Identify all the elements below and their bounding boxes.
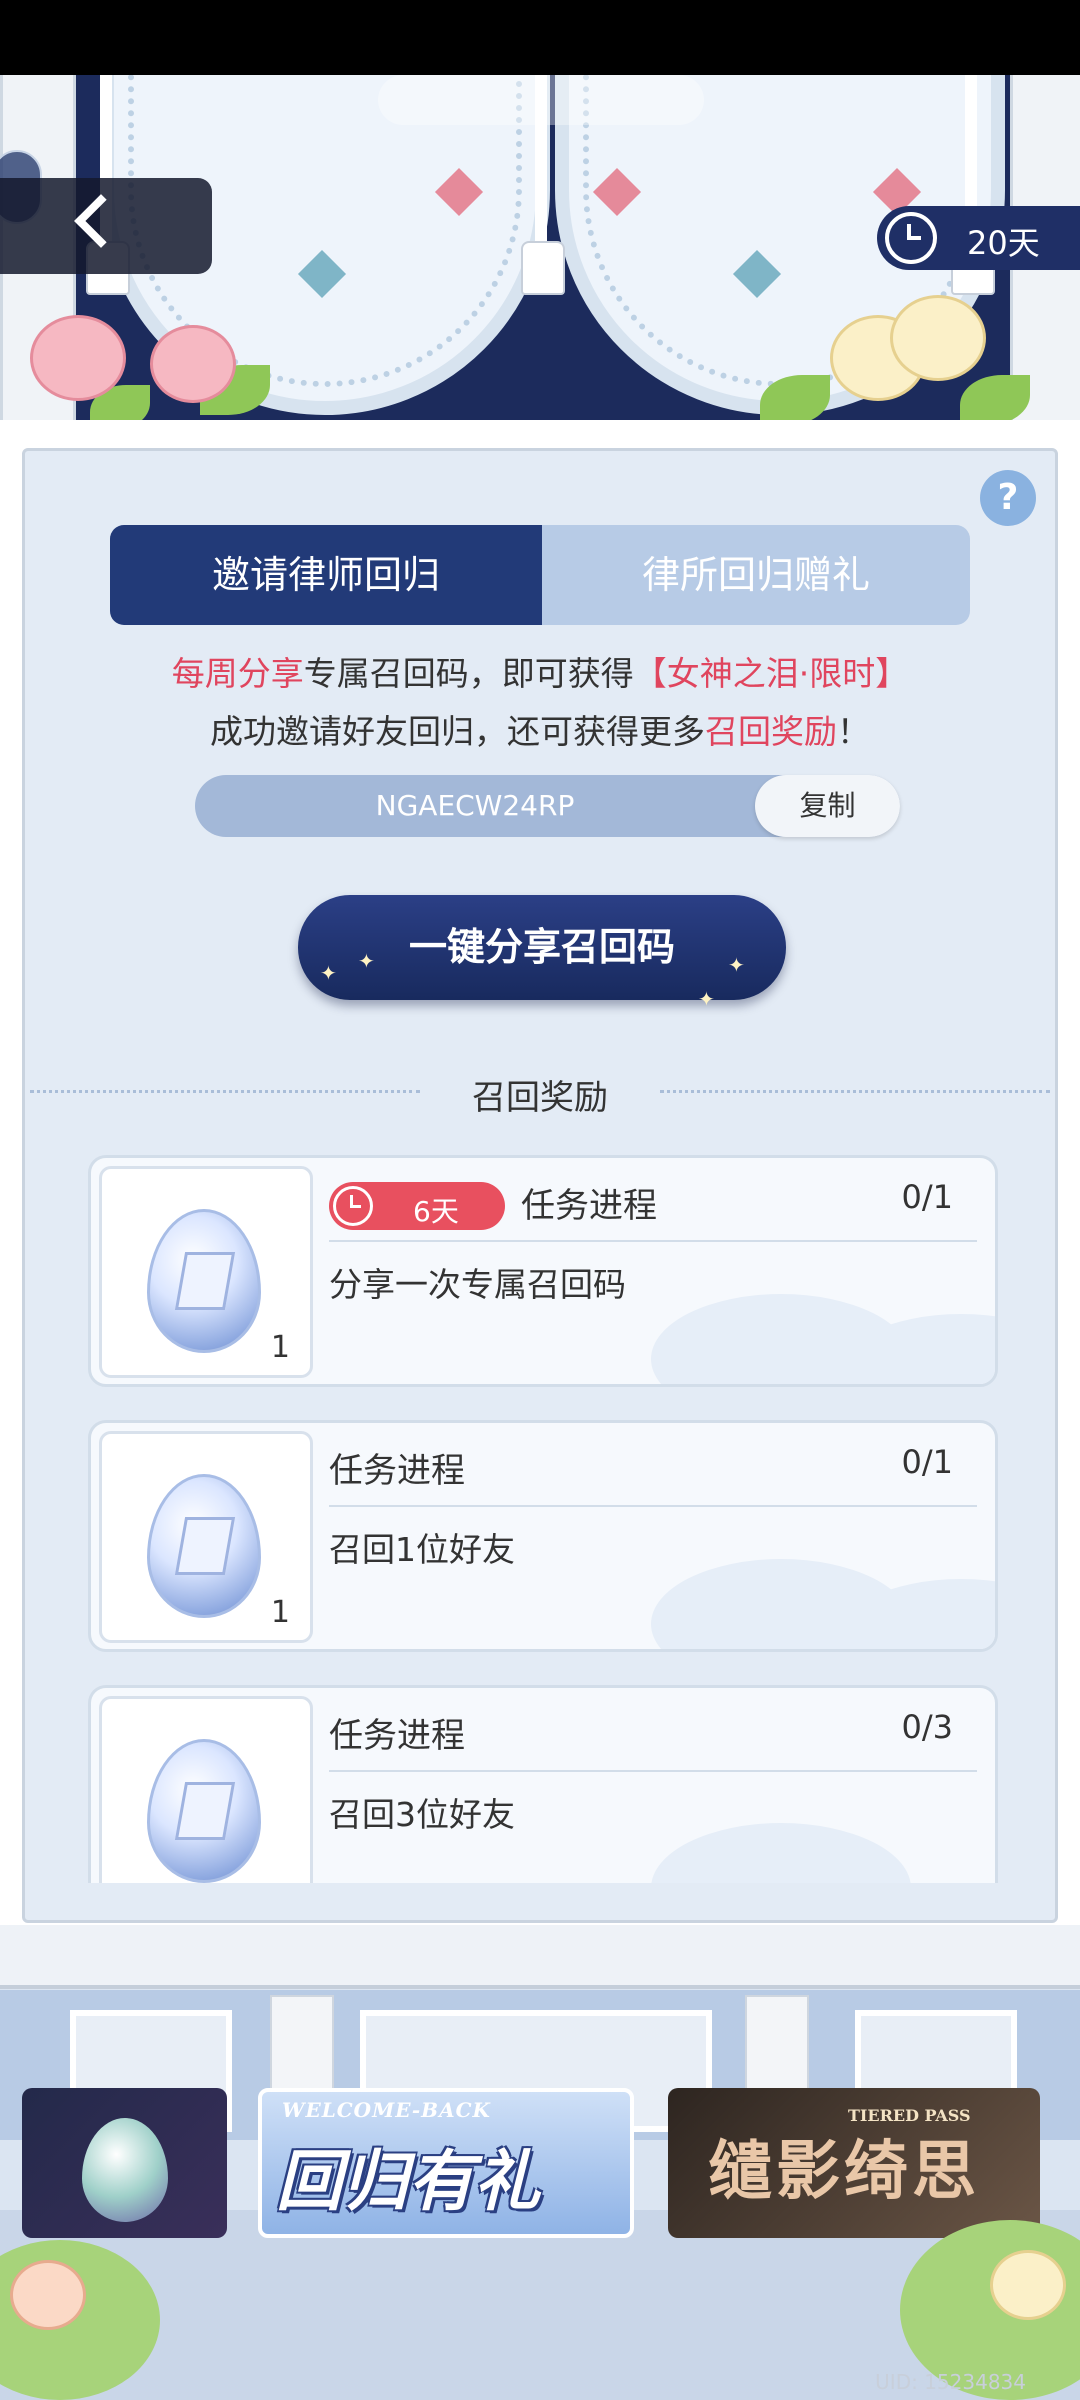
- task-card: 1 任务进程 0/1 召回1位好友: [88, 1420, 998, 1652]
- share-button-label: 一键分享召回码: [408, 925, 675, 969]
- task-progress: 0/1: [901, 1443, 954, 1481]
- task-card: 2 任务进程 0/3 召回3位好友: [88, 1685, 998, 1883]
- back-button[interactable]: [0, 178, 212, 274]
- task-title: 任务进程: [329, 1451, 465, 1491]
- goddess-tear-gem-icon: [147, 1474, 261, 1618]
- divider: [329, 1770, 977, 1772]
- welcome-back-title: 回归有礼: [276, 2143, 540, 2220]
- event-thumbnail-gem[interactable]: [22, 2088, 227, 2238]
- gem-icon: [82, 2118, 168, 2222]
- clock-icon: [885, 212, 937, 264]
- reward-quantity: 2: [271, 1880, 290, 1883]
- floating-status-pill: [378, 75, 704, 125]
- task-description: 召回1位好友: [329, 1530, 515, 1569]
- divider: [329, 1240, 977, 1242]
- user-id: UID: 15234834: [875, 2370, 1026, 2394]
- badge-text: 6天: [413, 1195, 459, 1228]
- event-timer-text: 20天: [967, 224, 1040, 262]
- chevron-left-icon: [74, 194, 128, 248]
- reward-quantity: 1: [270, 1330, 290, 1365]
- event-thumbnail-tiered-pass[interactable]: TIERED PASS 缱影绮思: [668, 2088, 1040, 2238]
- reward-item[interactable]: 1: [99, 1166, 313, 1378]
- section-title: 召回奖励: [472, 1078, 608, 1118]
- info-line-1: 每周分享专属召回码，即可获得【女神之泪·限时】: [171, 654, 909, 693]
- recall-code-text: NGAECW24RP: [375, 789, 575, 822]
- copy-button[interactable]: 复制: [755, 775, 900, 837]
- recall-code-field: NGAECW24RP 复制: [195, 775, 900, 837]
- reward-quantity: 1: [270, 1595, 290, 1630]
- task-title: 任务进程: [521, 1186, 657, 1226]
- event-thumbnail-welcome-back[interactable]: WELCOME-BACK 回归有礼: [258, 2088, 634, 2238]
- rose-decoration: [890, 295, 986, 381]
- status-bar: [0, 0, 1080, 75]
- clock-icon: [333, 1186, 373, 1226]
- rose-decoration: [150, 325, 236, 403]
- tiered-pass-title: 缱影绮思: [708, 2134, 980, 2209]
- event-timer: 20天: [877, 206, 1080, 270]
- task-description: 召回3位好友: [329, 1795, 515, 1834]
- reward-item[interactable]: 2: [99, 1696, 313, 1883]
- info-line-2: 成功邀请好友回归，还可获得更多召回奖励！: [210, 712, 870, 751]
- tab-bar: 邀请律师回归 律所回归赠礼: [110, 525, 970, 625]
- task-description: 分享一次专属召回码: [329, 1265, 626, 1304]
- app-screen: 20天 ? 邀请律师回归 律所回归赠礼 每周分享专属召回码，即可获得【女神之泪·…: [0, 0, 1080, 2400]
- reward-item[interactable]: 1: [99, 1431, 313, 1643]
- rose-decoration: [30, 315, 126, 401]
- share-recall-code-button[interactable]: ✦ ✦ ✦ ✦ 一键分享召回码: [298, 895, 786, 1011]
- rose-decoration: [990, 2250, 1066, 2320]
- task-card: 1 6天 任务进程 0/1 分享一次专属召回码: [88, 1155, 998, 1387]
- limited-time-badge: 6天: [329, 1182, 505, 1230]
- panel-ledge: [0, 1925, 1080, 1989]
- welcome-back-small-text: WELCOME-BACK: [282, 2098, 491, 2122]
- task-title: 任务进程: [329, 1716, 465, 1756]
- goddess-tear-gem-icon: [147, 1739, 261, 1883]
- help-button[interactable]: ?: [980, 470, 1036, 526]
- goddess-tear-gem-icon: [147, 1209, 261, 1353]
- task-progress: 0/1: [901, 1178, 954, 1216]
- task-progress: 0/3: [901, 1708, 954, 1746]
- tab-firm-return-gift[interactable]: 律所回归赠礼: [542, 525, 970, 625]
- rose-decoration: [10, 2260, 86, 2330]
- divider: [329, 1505, 977, 1507]
- section-header: 召回奖励: [30, 1060, 1050, 1120]
- tab-invite-lawyer[interactable]: 邀请律师回归: [110, 525, 542, 625]
